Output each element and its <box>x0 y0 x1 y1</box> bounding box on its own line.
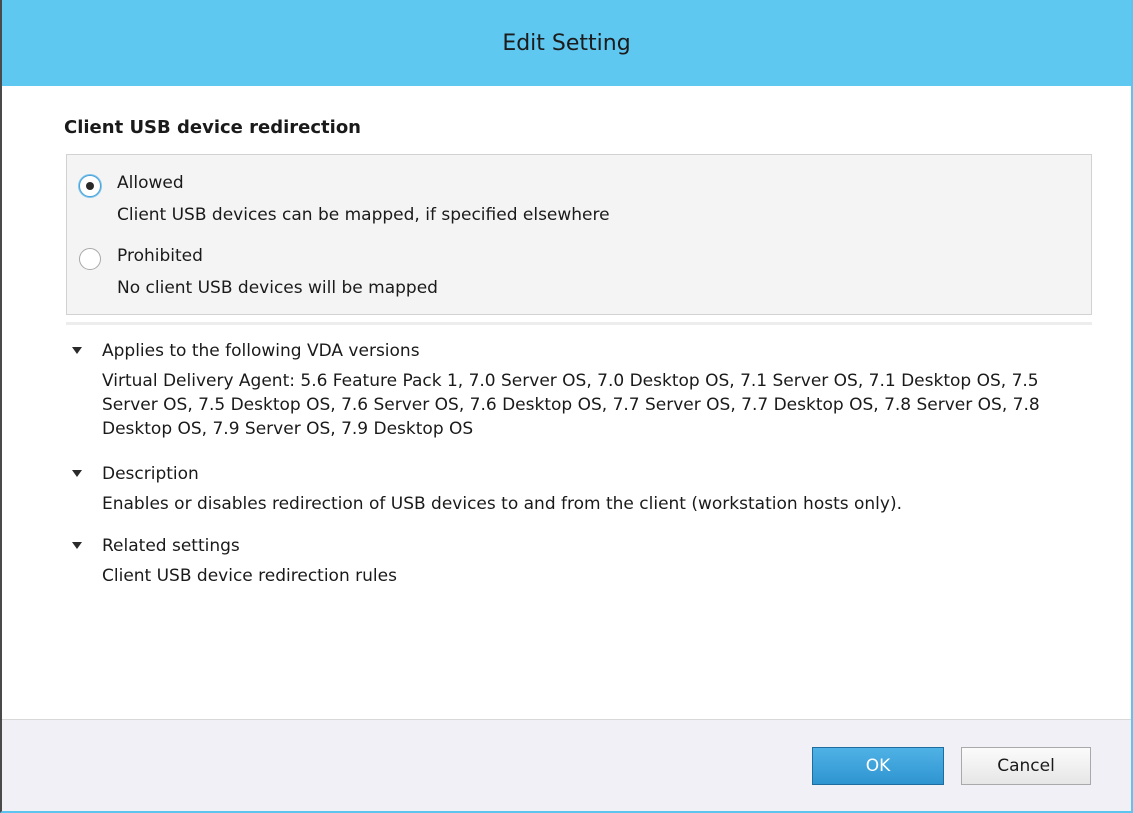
section-related-settings-title[interactable]: Related settings <box>102 536 240 556</box>
option-prohibited-label[interactable]: Prohibited <box>117 246 203 266</box>
section-description: Description Enables or disables redirect… <box>72 464 1092 516</box>
radio-unchecked-icon[interactable] <box>79 248 101 270</box>
section-vda-versions-toggle[interactable]: Applies to the following VDA versions <box>72 341 1092 365</box>
cancel-button[interactable]: Cancel <box>961 747 1091 785</box>
dialog-titlebar[interactable]: Edit Setting <box>2 0 1131 86</box>
section-vda-versions-body: Virtual Delivery Agent: 5.6 Feature Pack… <box>102 371 1040 439</box>
radio-checked-icon[interactable] <box>79 175 101 197</box>
section-vda-versions: Applies to the following VDA versions Vi… <box>72 341 1092 441</box>
setting-name: Client USB device redirection <box>64 117 361 138</box>
option-allowed-label[interactable]: Allowed <box>117 173 184 193</box>
option-allowed-description: Client USB devices can be mapped, if spe… <box>117 205 610 225</box>
ok-button[interactable]: OK <box>812 747 944 785</box>
section-related-settings-toggle[interactable]: Related settings <box>72 536 1092 560</box>
section-description-body: Enables or disables redirection of USB d… <box>102 494 903 514</box>
setting-options-group: Allowed Client USB devices can be mapped… <box>66 154 1092 315</box>
dialog-title: Edit Setting <box>502 30 631 56</box>
option-prohibited-description: No client USB devices will be mapped <box>117 278 438 298</box>
dialog-content: Client USB device redirection Allowed Cl… <box>2 86 1131 719</box>
section-related-settings: Related settings Client USB device redir… <box>72 536 1092 588</box>
caret-down-icon[interactable] <box>72 542 82 549</box>
section-description-toggle[interactable]: Description <box>72 464 1092 488</box>
edit-setting-dialog: Edit Setting Client USB device redirecti… <box>0 0 1133 813</box>
caret-down-icon[interactable] <box>72 347 82 354</box>
dialog-footer: OK Cancel <box>2 719 1131 811</box>
caret-down-icon[interactable] <box>72 470 82 477</box>
section-vda-versions-title[interactable]: Applies to the following VDA versions <box>102 341 420 361</box>
divider <box>66 322 1092 325</box>
section-description-title[interactable]: Description <box>102 464 199 484</box>
section-related-settings-body: Client USB device redirection rules <box>102 566 397 586</box>
